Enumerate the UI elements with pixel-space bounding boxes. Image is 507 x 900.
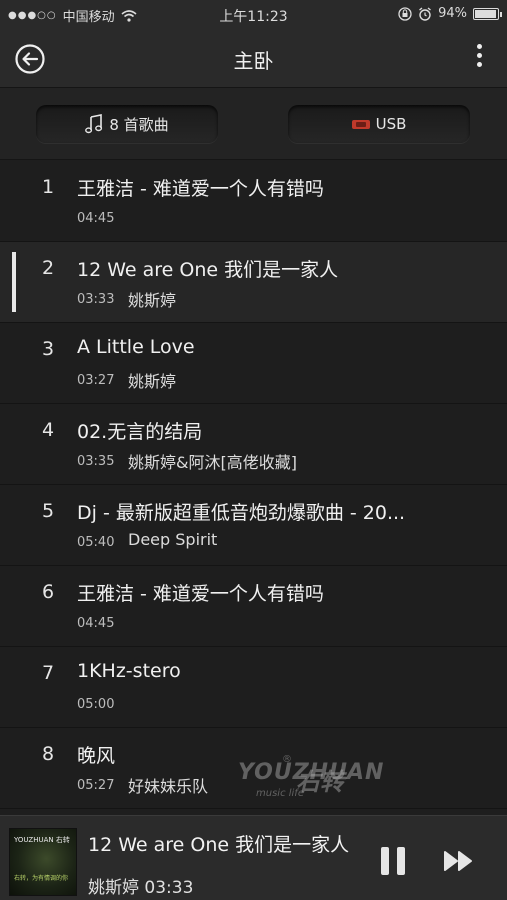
song-number: 1 <box>42 176 55 198</box>
song-title: 12 We are One 我们是一家人 <box>77 259 339 281</box>
song-number: 6 <box>42 581 55 603</box>
page-title: 主卧 <box>233 49 274 73</box>
song-row[interactable]: 6 王雅洁 - 难道爱一个人有错吗 04:45 <box>0 566 507 647</box>
song-list: 1 王雅洁 - 难道爱一个人有错吗 04:45 2 12 We are One 我们是一… <box>0 161 507 809</box>
pause-bar <box>397 847 405 875</box>
next-track-icon[interactable] <box>443 849 475 873</box>
lock-rotation-icon <box>398 6 412 21</box>
usb-drive-icon <box>351 119 370 129</box>
song-number: 3 <box>42 338 55 360</box>
song-artist: 姚斯婷 <box>128 372 177 391</box>
now-playing-title: 12 We are One 我们是一家人 <box>88 834 350 856</box>
source-bar: 8 首歌曲 USB <box>0 88 507 160</box>
battery-icon <box>473 7 502 20</box>
song-artist: 姚斯婷&阿沐[高佬收藏] <box>128 453 297 472</box>
battery-percent: 94% <box>438 6 467 21</box>
song-number: 4 <box>42 419 55 441</box>
status-bar: ●●●○○ 中国移动 上午11:23 94% <box>0 0 507 30</box>
song-title: A Little Love <box>77 336 195 358</box>
album-art[interactable]: YOUZHUAN 右转 右转，为有情调的你 <box>9 828 77 896</box>
album-art-brand: YOUZHUAN 右转 <box>14 836 70 844</box>
alarm-icon <box>419 6 432 21</box>
song-duration: 05:40 <box>77 535 115 550</box>
song-row[interactable]: 1 王雅洁 - 难道爱一个人有错吗 04:45 <box>0 161 507 242</box>
song-artist: 姚斯婷 <box>128 291 177 310</box>
battery-fill <box>475 9 496 18</box>
status-right: 94% <box>398 6 502 21</box>
song-title: 王雅洁 - 难道爱一个人有错吗 <box>77 178 324 200</box>
more-dot <box>476 62 482 67</box>
song-duration: 03:33 <box>77 292 115 307</box>
song-row[interactable]: 2 12 We are One 我们是一家人 03:33 姚斯婷 <box>0 242 507 323</box>
pause-bar <box>381 847 389 875</box>
song-row[interactable]: 5 Dj - 最新版超重低音炮劲爆歌曲 - 20... 05:40 Deep Spir… <box>0 485 507 566</box>
usb-source-button[interactable]: USB <box>288 105 470 143</box>
song-number: 2 <box>42 257 55 279</box>
song-title: 1KHz-stero <box>77 660 181 682</box>
song-row[interactable]: 3 A Little Love 03:27 姚斯婷 <box>0 323 507 404</box>
song-number: 7 <box>42 662 55 684</box>
more-dot <box>476 53 482 58</box>
usb-label: USB <box>375 115 407 133</box>
song-artist: 好妹妹乐队 <box>128 777 209 796</box>
now-playing-subtitle: 姚斯婷 03:33 <box>88 873 193 898</box>
song-row[interactable]: 4 02.无言的结局 03:35 姚斯婷&阿沐[高佬收藏] <box>0 404 507 485</box>
song-number: 5 <box>42 500 55 522</box>
song-row[interactable]: 7 1KHz-stero 05:00 <box>0 647 507 728</box>
more-vertical-icon[interactable] <box>473 44 485 74</box>
album-art-caption: 右转，为有情调的你 <box>14 875 69 882</box>
song-title: 02.无言的结局 <box>77 421 203 443</box>
active-indicator <box>12 252 16 312</box>
song-duration: 05:00 <box>77 697 115 712</box>
song-duration: 03:35 <box>77 454 115 469</box>
song-duration: 04:45 <box>77 211 115 226</box>
now-playing-time: 03:33 <box>144 878 194 898</box>
music-note-icon <box>85 114 103 134</box>
song-title: 王雅洁 - 难道爱一个人有错吗 <box>77 583 324 605</box>
now-playing-bar[interactable]: YOUZHUAN 右转 右转，为有情调的你 12 We are One 我们是一… <box>0 815 507 900</box>
watermark-tagline: music life <box>256 788 304 799</box>
song-artist: Deep Spirit <box>128 530 218 549</box>
nav-bar: 主卧 <box>0 30 507 88</box>
pause-icon[interactable] <box>381 847 407 875</box>
song-duration: 04:45 <box>77 616 115 631</box>
song-count-label: 8 首歌曲 <box>109 115 169 134</box>
song-duration: 05:27 <box>77 778 115 793</box>
song-number: 8 <box>42 743 55 765</box>
more-dot <box>476 44 482 49</box>
song-count-button[interactable]: 8 首歌曲 <box>36 105 218 143</box>
watermark-logo: YOUZHUAN ® 右转 music life <box>238 754 383 804</box>
song-duration: 03:27 <box>77 373 115 388</box>
song-title: Dj - 最新版超重低音炮劲爆歌曲 - 20... <box>77 502 406 524</box>
now-playing-artist: 姚斯婷 <box>88 878 139 898</box>
watermark-registered: ® <box>282 754 292 765</box>
